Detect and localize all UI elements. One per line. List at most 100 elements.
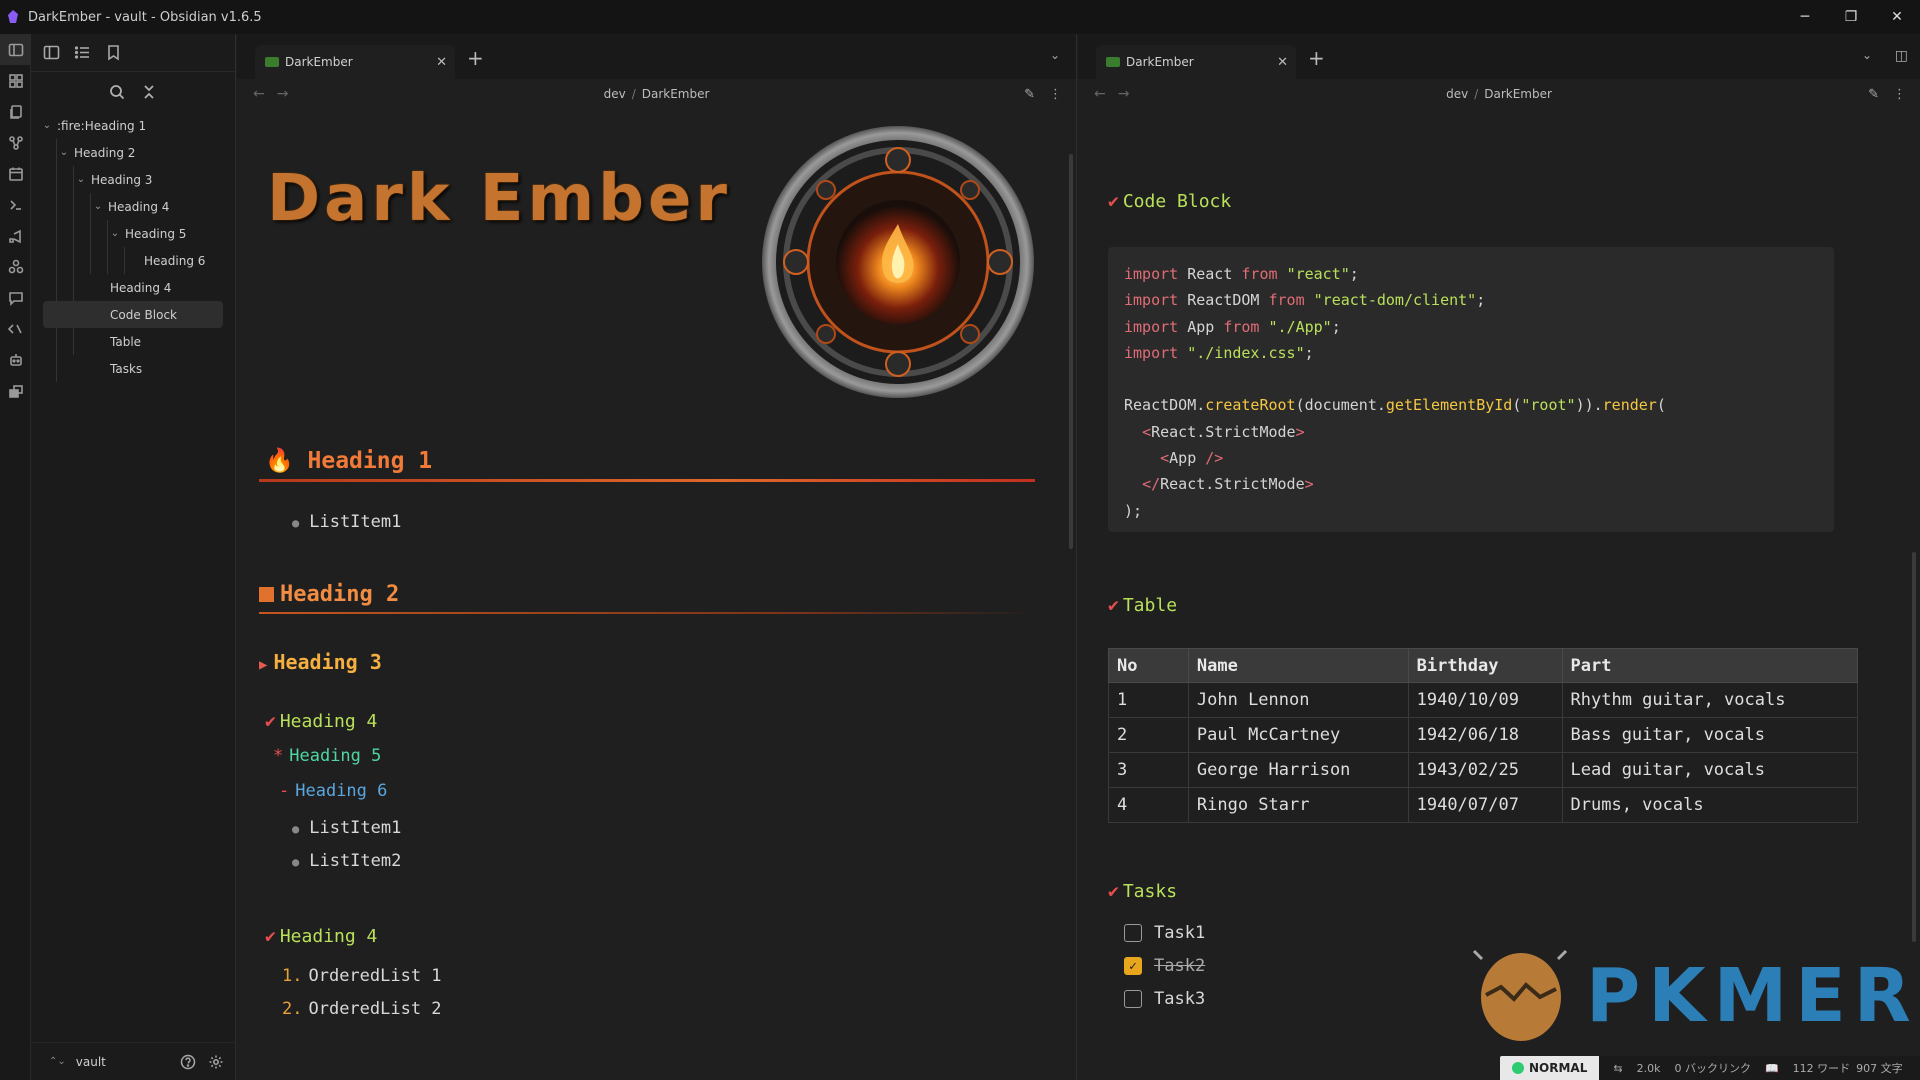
chevron-down-icon[interactable]: ⌄ [92, 201, 104, 212]
left-sidebar: ⌄ :fire:Heading 1 ⌄ Heading 2 ⌄ Heading 3 ⌄… [31, 34, 236, 1080]
tab-list-chevron-icon[interactable]: ⌄ [1050, 48, 1060, 62]
nav-back-forward-icons[interactable]: ←→ [253, 86, 300, 102]
task-label: Task1 [1154, 923, 1206, 943]
breadcrumb-file[interactable]: DarkEmber [642, 87, 710, 101]
bookmark-icon[interactable] [105, 44, 122, 61]
outline-item-heading-4b[interactable]: Heading 4 [31, 274, 235, 301]
bullet-icon: ● [292, 822, 300, 836]
checkmark-icon: ✔ [1108, 881, 1119, 902]
table-row: 3 George Harrison 1943/02/25 Lead guitar, v… [1108, 752, 1859, 788]
minimize-button[interactable]: ─ [1782, 0, 1828, 34]
table-cell: Ringo Starr [1187, 787, 1409, 823]
tab-list-chevron-icon[interactable]: ⌄ [1862, 48, 1872, 62]
heading-4: ✔ Heading 4 [265, 711, 377, 732]
table-header-cell: Part [1561, 648, 1859, 683]
ribbon [0, 34, 31, 1080]
task-item[interactable]: Task3 [1124, 989, 1205, 1009]
heading-4-second: ✔ Heading 4 [265, 926, 377, 947]
list-item: ● ListItem2 [292, 851, 401, 871]
ribbon-terminal-button[interactable] [0, 189, 31, 220]
sidebar-panel-icon[interactable] [43, 44, 60, 61]
ribbon-bot-button[interactable] [0, 344, 31, 375]
close-tab-icon[interactable]: ✕ [1277, 55, 1288, 70]
task-checkbox[interactable] [1124, 924, 1142, 942]
ribbon-layers-button[interactable] [0, 375, 31, 406]
outline-item-table[interactable]: Table [31, 328, 235, 355]
task-label: Task3 [1154, 989, 1206, 1009]
ribbon-files-button[interactable] [0, 96, 31, 127]
breadcrumb-file[interactable]: DarkEmber [1484, 87, 1552, 101]
tab-label: DarkEmber [285, 55, 353, 69]
outline-list-icon[interactable] [74, 44, 91, 61]
task-checkbox[interactable] [1124, 990, 1142, 1008]
ribbon-plugins-button[interactable] [0, 251, 31, 282]
list-number: 2. [282, 999, 303, 1019]
fire-icon: 🔥 [265, 448, 294, 474]
ribbon-dashboard-button[interactable] [0, 65, 31, 96]
gear-icon[interactable] [208, 1054, 224, 1070]
ribbon-calendar-button[interactable] [0, 158, 31, 189]
chevron-down-icon[interactable]: ⌄ [41, 120, 53, 131]
outline-item-heading-2[interactable]: ⌄ Heading 2 [31, 139, 235, 166]
task-item[interactable]: Task1 [1124, 923, 1205, 943]
sync-icon[interactable]: ⇆ [1613, 1062, 1622, 1075]
outline-item-heading-6[interactable]: Heading 6 [31, 247, 235, 274]
close-window-button[interactable]: ✕ [1874, 0, 1920, 34]
heading-5: * Heading 5 [273, 746, 381, 766]
new-tab-button[interactable]: + [467, 46, 484, 70]
heading-2: Heading 2 [259, 582, 399, 607]
chevron-down-icon[interactable]: ⌄ [75, 174, 87, 185]
task-item[interactable]: ✓ Task2 [1124, 956, 1205, 976]
outline-item-label: Heading 2 [74, 145, 136, 160]
vault-switcher[interactable]: ⌃⌄ vault [31, 1042, 236, 1080]
new-tab-button[interactable]: + [1308, 46, 1325, 70]
ribbon-audio-button[interactable] [0, 220, 31, 251]
scrollbar[interactable] [1912, 552, 1916, 942]
restore-button[interactable]: ❐ [1828, 0, 1874, 34]
status-bar: NORMAL ⇆ 2.0k 0 バックリンク 📖 112 ワード 907 文字 [1500, 1056, 1920, 1080]
status-words: 112 ワード [1792, 1062, 1851, 1075]
bullet-icon: ● [292, 855, 300, 869]
outline-item-heading-5[interactable]: ⌄ Heading 5 [31, 220, 235, 247]
tab-darkember-left[interactable]: DarkEmber ✕ [255, 45, 455, 79]
heading-code-block: ✔ Code Block [1108, 191, 1231, 212]
edit-pencil-icon[interactable]: ✎ [1024, 87, 1035, 102]
list-item-text: ListItem2 [309, 851, 402, 871]
calendar-icon [8, 167, 23, 181]
toggle-sidebar-button[interactable] [0, 34, 31, 65]
outline-item-label: Heading 4 [108, 199, 170, 214]
breadcrumb-folder[interactable]: dev [1446, 87, 1468, 101]
outline-item-heading-4[interactable]: ⌄ Heading 4 [31, 193, 235, 220]
status-backlinks[interactable]: 0 バックリンク [1674, 1060, 1751, 1076]
outline-item-tasks[interactable]: Tasks [31, 355, 235, 382]
outline-tree: ⌄ :fire:Heading 1 ⌄ Heading 2 ⌄ Heading 3 ⌄… [31, 112, 235, 382]
file-copy-icon [9, 104, 22, 119]
chevron-down-icon[interactable]: ⌄ [109, 228, 121, 239]
close-tab-icon[interactable]: ✕ [436, 55, 447, 70]
outline-item-heading-1[interactable]: ⌄ :fire:Heading 1 [31, 112, 235, 139]
outline-item-code-block[interactable]: Code Block [43, 301, 223, 328]
checkmark-icon: ✔ [265, 711, 276, 732]
heading-2-underline [259, 612, 1035, 614]
more-options-icon[interactable]: ⋮ [1049, 87, 1062, 102]
tab-darkember-right[interactable]: DarkEmber ✕ [1096, 45, 1296, 79]
reading-book-icon[interactable]: 📖 [1765, 1062, 1779, 1075]
chevron-down-icon[interactable]: ⌄ [58, 147, 70, 158]
nav-back-forward-icons[interactable]: ←→ [1094, 86, 1141, 102]
edit-pencil-icon[interactable]: ✎ [1868, 87, 1879, 102]
task-checkbox-checked[interactable]: ✓ [1124, 957, 1142, 975]
search-icon[interactable] [109, 84, 125, 100]
outline-item-label: :fire:Heading 1 [57, 118, 147, 133]
right-sidebar-toggle-icon[interactable]: ◫ [1895, 48, 1908, 64]
checkmark-icon: ✔ [1108, 595, 1119, 616]
ribbon-templater-button[interactable] [0, 313, 31, 344]
ribbon-chat-button[interactable] [0, 282, 31, 313]
outline-item-heading-3[interactable]: ⌄ Heading 3 [31, 166, 235, 193]
help-icon[interactable] [180, 1054, 196, 1070]
breadcrumb-folder[interactable]: dev [604, 87, 626, 101]
scrollbar[interactable] [1069, 154, 1073, 549]
outline-item-label: Heading 6 [144, 253, 206, 268]
collapse-all-icon[interactable] [141, 84, 157, 100]
ribbon-graph-button[interactable] [0, 127, 31, 158]
more-options-icon[interactable]: ⋮ [1893, 87, 1906, 102]
